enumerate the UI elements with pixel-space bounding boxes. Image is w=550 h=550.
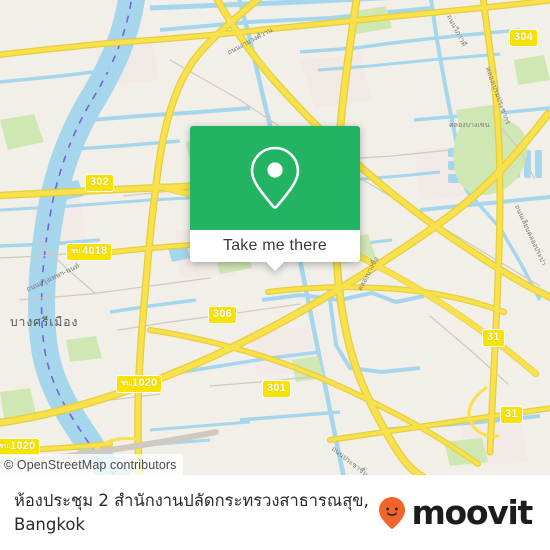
callout-action-panel[interactable]: Take me there: [190, 230, 360, 271]
shield-304: 304: [509, 29, 538, 47]
map-attribution[interactable]: © OpenStreetMap contributors: [0, 454, 183, 475]
take-me-there-label: Take me there: [223, 237, 327, 254]
moovit-wordmark: moovit: [411, 493, 533, 532]
shield-306: 306: [208, 306, 237, 324]
shield-304-number: 304: [514, 31, 533, 43]
shield-301: 301: [262, 380, 291, 398]
callout-pointer: [265, 261, 285, 271]
shield-1020-mid: ชบ.1020: [116, 375, 163, 393]
shield-4018-number: 4018: [82, 245, 108, 257]
shield-302: 302: [85, 174, 114, 192]
footer-bar: ห้องประชุม 2 สำนักงานปลัดกระทรวงสาธารณสุ…: [0, 475, 550, 550]
shield-302-number: 302: [90, 176, 109, 188]
shield-1020-mid-number: 1020: [132, 377, 158, 389]
shield-1020-mid-prefix: ชบ.: [121, 380, 133, 387]
place-title-line-1: ห้องประชุม 2 สำนักงานปลัดกระทรวงสาธารณสุ…: [14, 491, 369, 511]
shield-31-lower: 31: [500, 406, 523, 424]
shield-4018-prefix: ชบ.: [71, 248, 83, 255]
map-canvas[interactable]: .w { fill:none; stroke:#a5d6ec; } .wf { …: [0, 0, 550, 475]
moovit-map-screen: .w { fill:none; stroke:#a5d6ec; } .wf { …: [0, 0, 550, 550]
map-pin-icon: [250, 146, 300, 209]
shield-4018: ชบ.4018: [66, 243, 113, 261]
callout-pin-panel: [190, 126, 360, 230]
moovit-smiley-pin-icon: [379, 496, 406, 529]
place-title-line-2: Bangkok: [14, 514, 85, 534]
location-callout-card[interactable]: Take me there: [190, 126, 360, 271]
shield-1020-left-number: 1020: [10, 440, 36, 452]
shield-306-number: 306: [213, 308, 232, 320]
attribution-text: © OpenStreetMap contributors: [4, 457, 177, 472]
shield-31-upper-number: 31: [487, 331, 500, 343]
shield-301-number: 301: [267, 382, 286, 394]
place-title: ห้องประชุม 2 สำนักงานปลัดกระทรวงสาธารณสุ…: [14, 489, 369, 536]
shield-1020-left-prefix: ชบ.: [0, 443, 11, 450]
place-label-bang-sri-mueang: บางศรีเมือง: [10, 315, 79, 329]
shield-31-upper: 31: [482, 329, 505, 347]
shield-31-lower-number: 31: [505, 408, 518, 420]
street-label-khlong-bang-khen: คลองบางเขน: [449, 121, 490, 129]
moovit-brand[interactable]: moovit: [378, 493, 533, 532]
